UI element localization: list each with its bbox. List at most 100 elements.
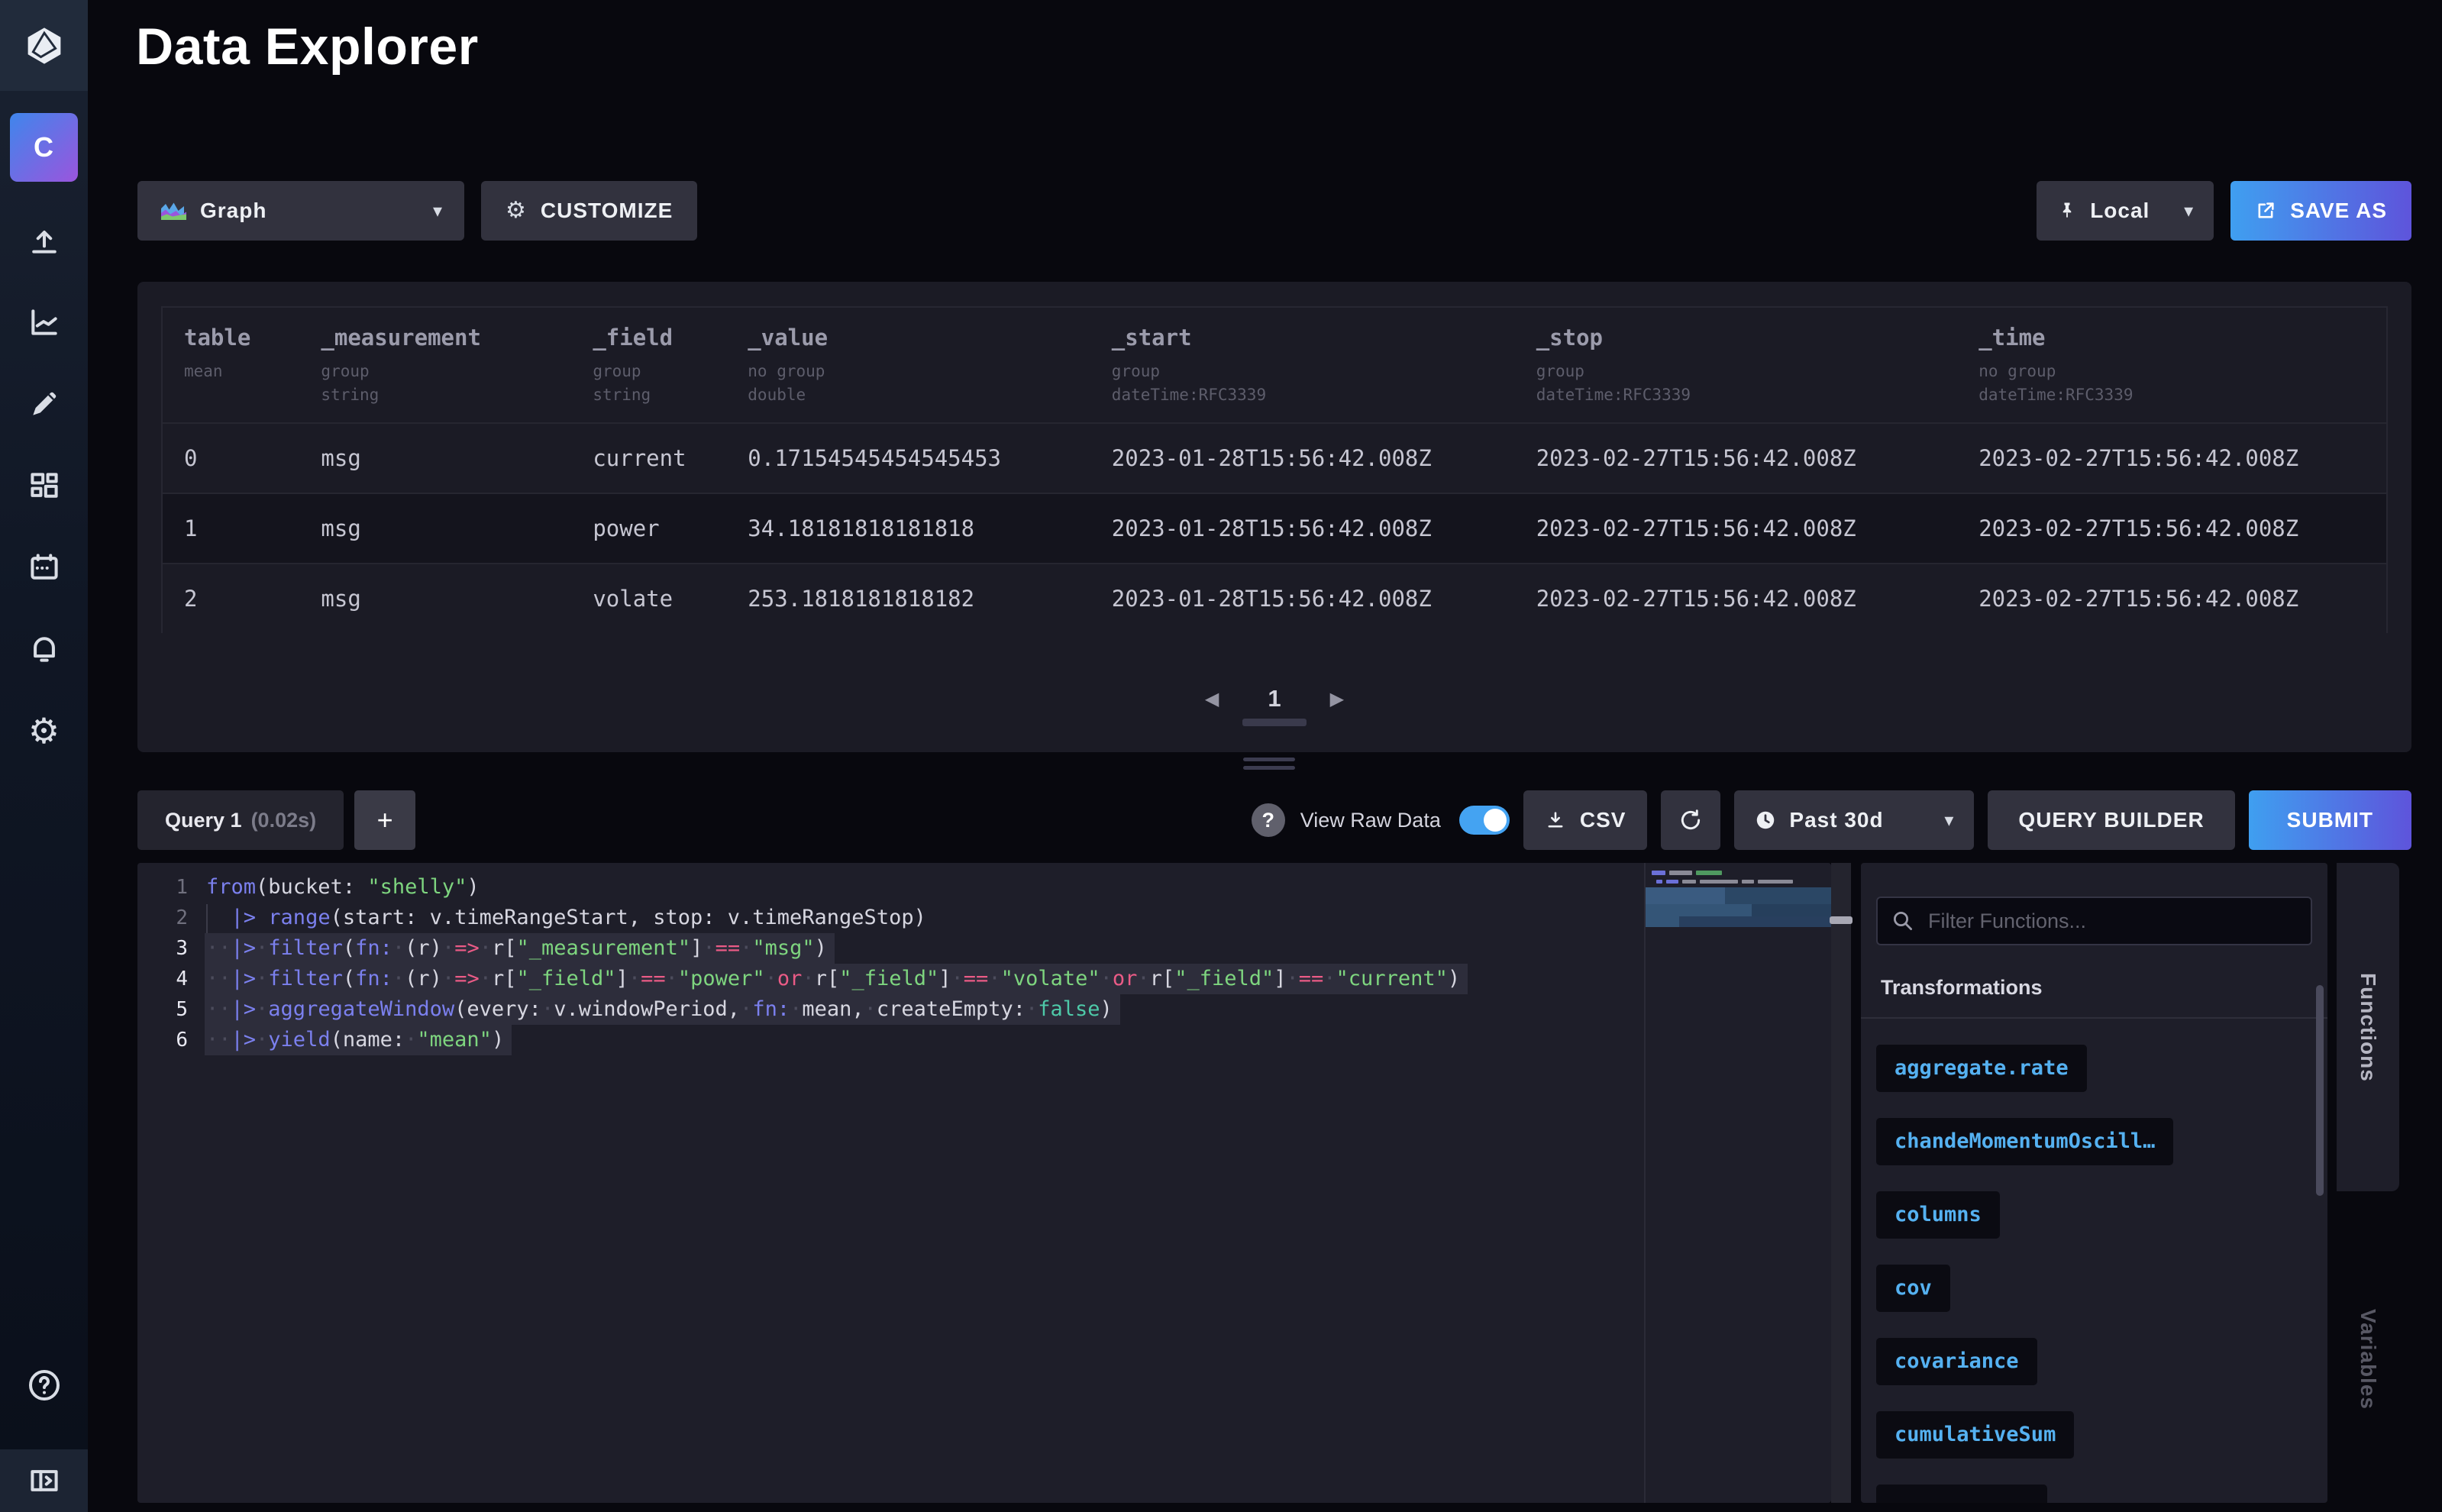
table-cell: 2023-02-27T15:56:42.008Z — [1957, 515, 2386, 541]
code-line[interactable]: 1from(bucket: "shelly") — [137, 872, 1644, 903]
table-cell: 2023-02-27T15:56:42.008Z — [1957, 445, 2386, 471]
graph-type-icon — [159, 199, 186, 222]
raw-data-help-icon[interactable]: ? — [1252, 803, 1285, 837]
query-builder-label: QUERY BUILDER — [2018, 808, 2204, 832]
refresh-button[interactable] — [1661, 790, 1720, 850]
download-icon — [1545, 809, 1566, 831]
submit-button[interactable]: SUBMIT — [2249, 790, 2411, 850]
column-header: _timeno group dateTime:RFC3339 — [1957, 308, 2386, 422]
line-number: 2 — [137, 903, 188, 933]
visualization-type-dropdown[interactable]: Graph ▾ — [137, 181, 464, 241]
refresh-icon — [1678, 808, 1703, 832]
tab-variables-label: Variables — [2356, 1309, 2380, 1410]
column-header: _valueno group double — [726, 308, 1090, 422]
alerts-icon[interactable] — [27, 632, 62, 667]
functions-list: aggregate.rate chandeMomentumOscill… colum… — [1876, 1045, 2305, 1503]
influxdb-logo[interactable] — [0, 0, 88, 91]
upload-icon[interactable] — [27, 223, 62, 258]
save-as-label: SAVE AS — [2290, 199, 2387, 223]
column-header: _fieldgroup string — [571, 308, 726, 422]
page-number: 1 — [1268, 685, 1281, 712]
filter-functions-search[interactable] — [1876, 897, 2312, 945]
table-cell: 2023-01-28T15:56:42.008Z — [1090, 586, 1515, 612]
pagination: ◀ 1 ▶ — [1205, 685, 1344, 712]
edit-icon[interactable] — [27, 386, 62, 422]
local-dropdown[interactable]: Local ▾ — [2037, 181, 2214, 241]
table-row: 1msgpower34.181818181818182023-01-28T15:… — [163, 493, 2386, 563]
table-body: 0msgcurrent0.171545454545454532023-01-28… — [163, 422, 2386, 633]
view-raw-data-toggle[interactable] — [1459, 806, 1510, 835]
table-cell: 0 — [163, 445, 299, 471]
save-as-button[interactable]: SAVE AS — [2230, 181, 2411, 241]
line-content: |> range(start: v.timeRangeStart, stop: … — [205, 903, 934, 933]
help-icon[interactable] — [0, 1367, 88, 1404]
code-area[interactable]: 1from(bucket: "shelly")2 |> range(start:… — [137, 872, 1644, 1055]
tab-variables[interactable]: Variables — [2337, 1268, 2399, 1451]
sidebar-nav: ⚙ — [0, 223, 88, 748]
table-header: tablemean_measurementgroup string_fieldg… — [163, 308, 2386, 422]
code-line[interactable]: 2 |> range(start: v.timeRangeStart, stop… — [137, 903, 1644, 933]
functions-scrollbar[interactable] — [2316, 985, 2324, 1196]
time-range-dropdown[interactable]: Past 30d ▾ — [1734, 790, 1974, 850]
table-cell: 1 — [163, 515, 299, 541]
settings-icon[interactable]: ⚙ — [27, 713, 62, 748]
editor-panel-divider[interactable] — [1831, 863, 1851, 1503]
add-query-button[interactable]: + — [354, 790, 415, 850]
query-tab[interactable]: Query 1 (0.02s) — [137, 790, 344, 850]
table-horizontal-scrollbar[interactable] — [1242, 719, 1307, 726]
page-prev-button[interactable]: ◀ — [1205, 688, 1219, 709]
code-line[interactable]: 4··|>·filter(fn:·(r)·=>·r["_field"]·==·"… — [137, 964, 1644, 994]
dashboards-icon[interactable] — [27, 468, 62, 503]
code-line[interactable]: 6··|>·yield(name:·"mean") — [137, 1025, 1644, 1055]
function-chip-partial[interactable] — [1876, 1485, 2047, 1503]
avatar-label: C — [34, 131, 54, 163]
table-cell: current — [571, 445, 726, 471]
view-toolbar: Graph ▾ ⚙ CUSTOMIZE Local ▾ SAVE AS — [137, 181, 2411, 241]
table-cell: 2023-02-27T15:56:42.008Z — [1515, 586, 1957, 612]
divider-drag-handle[interactable] — [1830, 916, 1852, 924]
code-line[interactable]: 5··|>·aggregateWindow(every:·v.windowPer… — [137, 994, 1644, 1025]
code-line[interactable]: 3··|>·filter(fn:·(r)·=>·r["_measurement"… — [137, 933, 1644, 964]
table-cell: 2 — [163, 586, 299, 612]
function-chip[interactable]: aggregate.rate — [1876, 1045, 2087, 1092]
table-cell: 2023-01-28T15:56:42.008Z — [1090, 515, 1515, 541]
avatar[interactable]: C — [10, 113, 78, 182]
submit-label: SUBMIT — [2287, 808, 2373, 832]
sidebar: C ⚙ — [0, 0, 88, 1512]
calendar-icon[interactable] — [27, 550, 62, 585]
line-number: 4 — [137, 964, 188, 994]
customize-label: CUSTOMIZE — [541, 199, 673, 223]
table-cell: msg — [299, 515, 571, 541]
line-number: 1 — [137, 872, 188, 903]
table-cell: volate — [571, 586, 726, 612]
column-header: tablemean — [163, 308, 299, 422]
editor-minimap[interactable] — [1644, 863, 1831, 1503]
visualization-type-label: Graph — [200, 199, 266, 223]
expand-icon — [27, 1464, 61, 1497]
divider — [1861, 1017, 2327, 1019]
function-chip[interactable]: chandeMomentumOscill… — [1876, 1118, 2173, 1165]
query-builder-button[interactable]: QUERY BUILDER — [1988, 790, 2234, 850]
function-chip[interactable]: cumulativeSum — [1876, 1411, 2074, 1459]
function-chip[interactable]: columns — [1876, 1191, 2000, 1239]
graph-icon[interactable] — [27, 305, 62, 340]
line-number: 6 — [137, 1025, 188, 1055]
table-cell: 34.18181818181818 — [726, 515, 1090, 541]
functions-panel: Transformations aggregate.ratechandeMome… — [1861, 863, 2327, 1503]
search-input[interactable] — [1927, 909, 2297, 934]
customize-button[interactable]: ⚙ CUSTOMIZE — [481, 181, 697, 241]
expand-sidebar[interactable] — [0, 1449, 88, 1512]
flux-editor[interactable]: 1from(bucket: "shelly")2 |> range(start:… — [137, 863, 1831, 1503]
tab-functions[interactable]: Functions — [2337, 863, 2399, 1191]
pin-icon — [2056, 200, 2078, 221]
plus-icon: + — [377, 804, 393, 836]
page-next-button[interactable]: ▶ — [1330, 688, 1344, 709]
panel-resize-handle[interactable] — [1243, 758, 1295, 770]
query-toolbar: Query 1 (0.02s) + ? View Raw Data CSV Pa… — [137, 790, 2411, 850]
column-header: _stopgroup dateTime:RFC3339 — [1515, 308, 1957, 422]
chevron-down-icon: ▾ — [433, 200, 443, 221]
function-chip[interactable]: cov — [1876, 1265, 1950, 1312]
csv-download-button[interactable]: CSV — [1523, 790, 1648, 850]
column-header: _measurementgroup string — [299, 308, 571, 422]
function-chip[interactable]: covariance — [1876, 1338, 2037, 1385]
